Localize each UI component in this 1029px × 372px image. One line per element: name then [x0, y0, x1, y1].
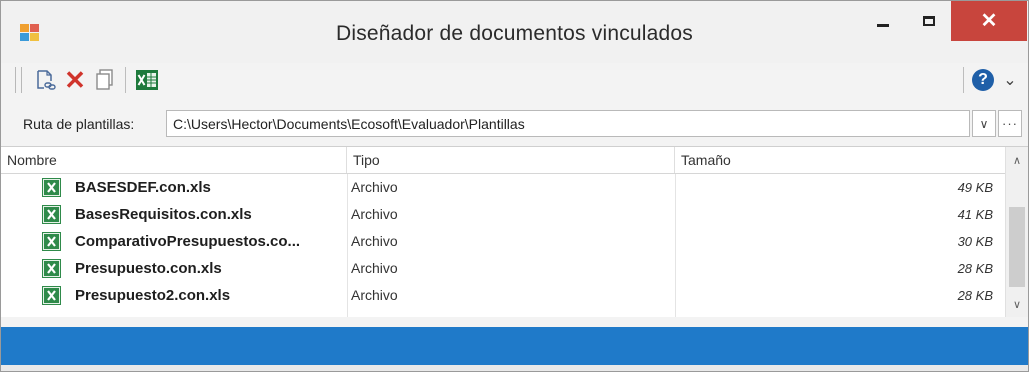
excel-file-icon	[42, 232, 61, 251]
title-bar[interactable]: Diseñador de documentos vinculados ✕	[1, 1, 1028, 66]
table-row[interactable]: Presupuesto.con.xls Archivo 28 KB	[1, 255, 1005, 282]
delete-button[interactable]: ✕	[61, 66, 89, 94]
window-bottom-edge	[1, 365, 1028, 371]
file-name: Presupuesto2.con.xls	[75, 287, 231, 304]
template-path-dropdown-button[interactable]: ∨	[972, 110, 996, 137]
file-type: Archivo	[351, 206, 398, 222]
excel-button[interactable]	[133, 66, 161, 94]
excel-file-icon	[42, 259, 61, 278]
maximize-button[interactable]	[906, 1, 952, 41]
linked-documents-window: Diseñador de documentos vinculados ✕ ✕ ?…	[0, 0, 1029, 372]
table-row[interactable]: BasesRequisitos.con.xls Archivo 41 KB	[1, 201, 1005, 228]
table-row[interactable]: Presupuesto2.con.xls Archivo 28 KB	[1, 282, 1005, 309]
copy-icon	[96, 69, 113, 90]
copy-button[interactable]	[91, 66, 119, 94]
minimize-button[interactable]	[860, 1, 906, 41]
chevron-down-icon: ∨	[979, 116, 989, 131]
column-header-size[interactable]: Tamaño	[675, 147, 1005, 173]
scroll-down-button[interactable]: ∨	[1006, 293, 1028, 315]
template-path-input[interactable]: C:\Users\Hector\Documents\Ecosoft\Evalua…	[166, 110, 970, 137]
ellipsis-icon: ···	[1002, 116, 1018, 131]
file-size: 28 KB	[957, 261, 993, 276]
file-size: 41 KB	[957, 207, 993, 222]
scrollbar-thumb[interactable]	[1009, 207, 1025, 287]
excel-file-icon	[42, 178, 61, 197]
toolbar-grip[interactable]	[15, 67, 22, 93]
grid-header: Nombre Tipo Tamaño	[1, 147, 1005, 174]
column-header-type[interactable]: Tipo	[347, 147, 675, 173]
browse-button[interactable]: ···	[998, 110, 1022, 137]
file-type: Archivo	[351, 260, 398, 276]
excel-file-icon	[42, 205, 61, 224]
file-name: BASESDEF.con.xls	[75, 179, 211, 196]
minimize-icon	[877, 23, 889, 27]
toolbar-separator	[125, 67, 126, 93]
documents-grid: Nombre Tipo Tamaño BASESDEF.con.xls Arch…	[1, 146, 1028, 317]
excel-icon	[136, 70, 158, 90]
vertical-scrollbar[interactable]: ∧ ∨	[1005, 147, 1028, 317]
template-path-bar: Ruta de plantillas: C:\Users\Hector\Docu…	[1, 105, 1028, 143]
toolbar-separator	[963, 67, 964, 93]
maximize-icon	[923, 16, 935, 26]
chevron-down-icon: ∨	[1012, 298, 1022, 311]
delete-icon: ✕	[64, 65, 86, 95]
file-size: 49 KB	[957, 180, 993, 195]
file-name: ComparativoPresupuestos.co...	[75, 233, 301, 250]
column-header-name[interactable]: Nombre	[1, 147, 347, 173]
help-glyph: ?	[978, 71, 988, 88]
file-size: 28 KB	[957, 288, 993, 303]
file-size: 30 KB	[957, 234, 993, 249]
file-type: Archivo	[351, 287, 398, 303]
close-icon: ✕	[980, 10, 998, 32]
table-row[interactable]: ComparativoPresupuestos.co... Archivo 30…	[1, 228, 1005, 255]
toolbar-overflow-button[interactable]: ⌄	[997, 66, 1023, 94]
close-button[interactable]: ✕	[951, 1, 1027, 41]
template-path-label: Ruta de plantillas:	[23, 116, 135, 132]
chevron-down-icon: ⌄	[1003, 72, 1017, 89]
excel-file-icon	[42, 286, 61, 305]
scroll-up-button[interactable]: ∧	[1006, 149, 1028, 171]
link-document-icon	[37, 70, 56, 90]
file-name: BasesRequisitos.con.xls	[75, 206, 252, 223]
help-icon: ?	[972, 69, 994, 91]
status-bar	[1, 327, 1028, 365]
chevron-up-icon: ∧	[1012, 154, 1022, 167]
help-button[interactable]: ?	[969, 66, 997, 94]
file-name: Presupuesto.con.xls	[75, 260, 222, 277]
toolbar: ✕ ? ⌄	[1, 63, 1028, 99]
link-document-button[interactable]	[31, 66, 59, 94]
file-type: Archivo	[351, 179, 398, 195]
table-row[interactable]: BASESDEF.con.xls Archivo 49 KB	[1, 174, 1005, 201]
file-type: Archivo	[351, 233, 398, 249]
